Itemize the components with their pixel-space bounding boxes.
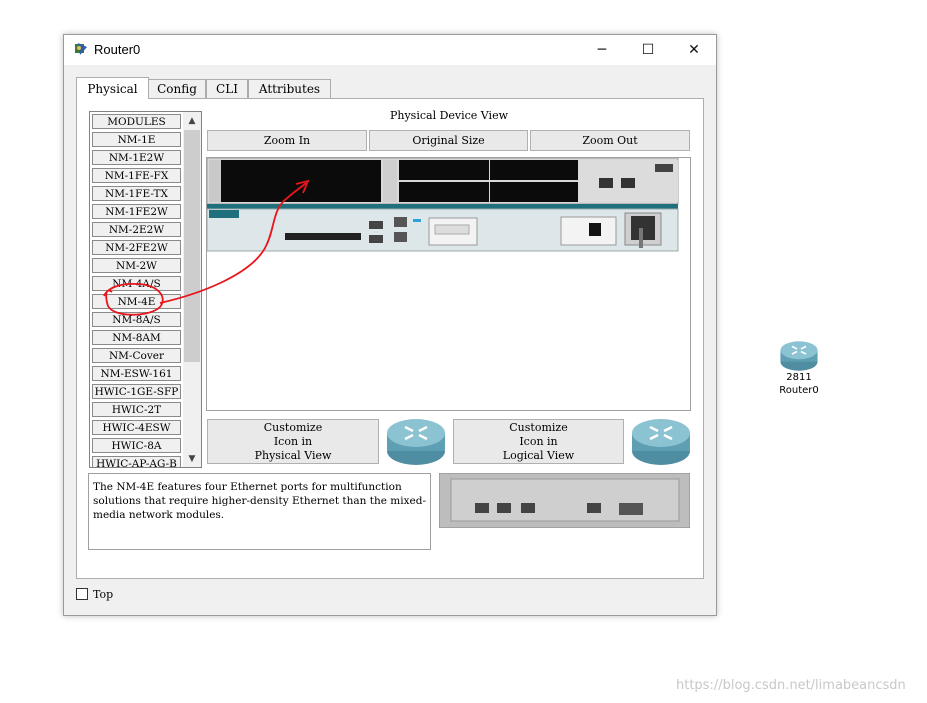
title-bar[interactable]: Router0 ─ ☐ ✕ xyxy=(64,35,716,65)
router-chassis-view[interactable] xyxy=(206,157,691,411)
router-config-window: Router0 ─ ☐ ✕ Config CLI Attributes Phys… xyxy=(63,34,717,616)
module-item[interactable]: NM-8A/S xyxy=(92,312,181,327)
physical-device-view-title: Physical Device View xyxy=(389,109,509,122)
tab-config[interactable]: Config xyxy=(148,79,206,98)
scroll-down-arrow-icon[interactable]: ▼ xyxy=(183,450,201,467)
module-item[interactable]: NM-2FE2W xyxy=(92,240,181,255)
tab-cli[interactable]: CLI xyxy=(206,79,248,98)
module-item[interactable]: HWIC-4ESW xyxy=(92,420,181,435)
tab-attributes[interactable]: Attributes xyxy=(248,79,331,98)
customize-physical-icon-button[interactable]: Customize Icon in Physical View xyxy=(207,419,379,464)
hwic-slot-0[interactable] xyxy=(399,160,489,180)
module-item[interactable]: NM-Cover xyxy=(92,348,181,363)
watermark-text: https://blog.csdn.net/limabeancsdn xyxy=(676,678,906,693)
window-title: Router0 xyxy=(94,42,141,57)
customize-logical-label: Customize Icon in Logical View xyxy=(502,420,575,462)
module-item[interactable]: HWIC-1GE-SFP xyxy=(92,384,181,399)
module-item[interactable]: NM-1FE-TX xyxy=(92,186,181,201)
scroll-up-arrow-icon[interactable]: ▲ xyxy=(183,112,201,129)
module-item[interactable]: NM-1FE2W xyxy=(92,204,181,219)
tab-physical[interactable]: Physical xyxy=(76,77,149,99)
desktop-router-icon[interactable] xyxy=(776,340,822,372)
module-item[interactable]: HWIC-AP-AG-B xyxy=(92,456,181,467)
top-checkbox[interactable] xyxy=(76,588,88,600)
device-model-label: 2811 xyxy=(786,372,812,383)
top-checkbox-label: Top xyxy=(93,588,114,601)
module-item[interactable]: HWIC-2T xyxy=(92,402,181,417)
router-icon xyxy=(387,419,445,465)
zoom-in-button[interactable]: Zoom In xyxy=(207,130,367,151)
device-name-label[interactable]: Router0 xyxy=(774,385,824,396)
module-item[interactable]: NM-4E xyxy=(92,294,181,309)
physical-tab-panel: MODULES NM-1E NM-1E2W NM-1FE-FX NM-1FE-TX NM-… xyxy=(76,98,704,579)
close-button[interactable]: ✕ xyxy=(671,35,717,65)
module-item[interactable]: NM-4A/S xyxy=(92,276,181,291)
module-item[interactable]: NM-1E xyxy=(92,132,181,147)
packet-tracer-icon xyxy=(75,43,87,55)
module-item[interactable]: NM-ESW-161 xyxy=(92,366,181,381)
module-list-scrollbar[interactable]: ▲ ▼ xyxy=(183,112,201,467)
module-item[interactable]: NM-1E2W xyxy=(92,150,181,165)
module-item[interactable]: NM-8AM xyxy=(92,330,181,345)
module-item[interactable]: HWIC-8A xyxy=(92,438,181,453)
window-client: Config CLI Attributes Physical MODULES NM… xyxy=(64,65,716,615)
router-icon xyxy=(632,419,690,465)
module-list[interactable]: MODULES NM-1E NM-1E2W NM-1FE-FX NM-1FE-TX NM-… xyxy=(89,111,202,468)
customize-physical-label: Customize Icon in Physical View xyxy=(254,420,332,462)
router-chassis-image xyxy=(207,158,679,252)
maximize-button[interactable]: ☐ xyxy=(625,35,671,65)
original-size-button[interactable]: Original Size xyxy=(369,130,528,151)
scroll-thumb[interactable] xyxy=(184,130,200,362)
empty-nm-slot[interactable] xyxy=(221,160,381,202)
hwic-slot-1[interactable] xyxy=(490,160,578,180)
hwic-slot-2[interactable] xyxy=(399,182,489,202)
customize-logical-icon-button[interactable]: Customize Icon in Logical View xyxy=(453,419,624,464)
nm-4e-module-image xyxy=(439,473,690,528)
zoom-out-button[interactable]: Zoom Out xyxy=(530,130,690,151)
module-item[interactable]: NM-1FE-FX xyxy=(92,168,181,183)
minimize-button[interactable]: ─ xyxy=(579,35,625,65)
hwic-slot-3[interactable] xyxy=(490,182,578,202)
module-description: The NM-4E features four Ethernet ports f… xyxy=(88,473,431,550)
module-item[interactable]: NM-2E2W xyxy=(92,222,181,237)
module-item[interactable]: MODULES xyxy=(92,114,181,129)
module-item[interactable]: NM-2W xyxy=(92,258,181,273)
